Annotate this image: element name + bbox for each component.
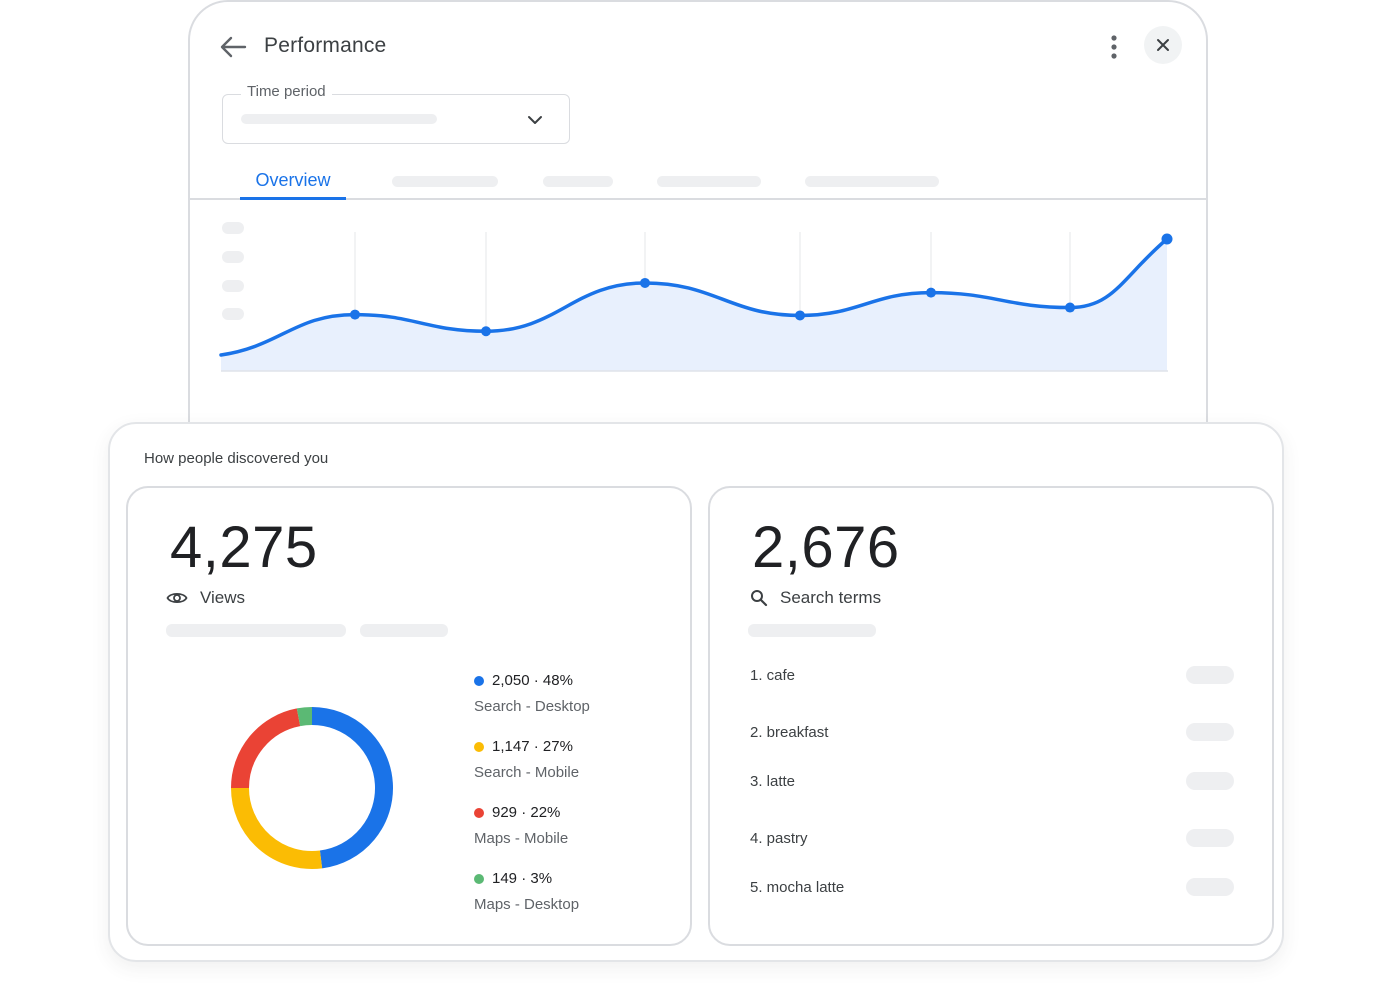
views-card: 4,275 Views 2,050 · 48% Search - Desktop… [126,486,692,946]
legend-percent: 27% [542,738,573,755]
panel-header: Performance [190,2,1206,92]
legend-item: 2,050 · 48% Search - Desktop [474,672,664,738]
search-term-count-placeholder [1186,878,1234,896]
views-label-row: Views [166,588,245,608]
search-term-row[interactable]: 2. breakfast [750,721,1234,747]
views-label: Views [200,588,246,607]
search-term: 3. latte [750,773,796,790]
tab-placeholder[interactable] [392,176,498,187]
legend-item: 149 · 3% Maps - Desktop [474,870,664,936]
search-terms-count: 2,676 [752,515,900,580]
search-term: 1. cafe [750,667,796,684]
search-term-row[interactable]: 5. mocha latte [750,876,1234,902]
legend-percent: 22% [530,804,561,821]
close-icon [1157,39,1169,51]
time-period-select[interactable]: Time period [222,83,570,144]
legend-count: 2,050 [492,672,530,689]
search-term-count-placeholder [1186,772,1234,790]
legend-source: Maps - Mobile [474,830,569,847]
search-term: 5. mocha latte [750,879,845,896]
search-term-count-placeholder [1186,829,1234,847]
back-button[interactable] [218,34,248,60]
donut-segment [231,708,301,789]
search-terms-label: Search terms [780,588,882,607]
time-period-label: Time period [241,83,332,100]
legend-count: 1,147 [492,738,530,755]
legend-percent: 3% [530,870,553,887]
legend-item: 929 · 22% Maps - Mobile [474,804,664,870]
tab-placeholder[interactable] [657,176,761,187]
search-icon [751,590,768,607]
donut-segment [231,787,323,869]
views-donut-chart [231,707,393,869]
discovery-card: How people discovered you 4,275 Views 2,… [108,422,1284,962]
search-term: 4. pastry [750,830,808,847]
time-period-value-placeholder [241,114,437,124]
views-legend: 2,050 · 48% Search - Desktop 1,147 · 27%… [474,672,664,936]
search-term-row[interactable]: 1. cafe [750,664,1234,690]
section-title: How people discovered you [144,450,329,467]
legend-separator: · [517,804,531,821]
eye-icon [166,592,188,604]
legend-separator: · [529,738,543,755]
tab-placeholder[interactable] [543,176,613,187]
legend-dot [474,873,484,884]
legend-item: 1,147 · 27% Search - Mobile [474,738,664,804]
legend-dot [474,741,484,752]
legend-source: Search - Desktop [474,698,590,715]
search-terms-subtitle-placeholder [748,624,876,637]
legend-source: Search - Mobile [474,764,580,781]
tab-bar: Overview [190,162,1206,200]
search-term-count-placeholder [1186,723,1234,741]
legend-dot [474,807,484,818]
views-subtitle-placeholder [360,624,448,637]
legend-percent: 48% [542,672,573,689]
more-vert-icon [1111,35,1117,59]
donut-segment [311,707,393,869]
page-title: Performance [264,34,387,57]
search-term-row[interactable]: 3. latte [750,770,1234,796]
search-term: 2. breakfast [750,724,829,741]
chevron-down-icon [528,116,542,124]
donut-segment [296,707,313,727]
tab-placeholder[interactable] [805,176,939,187]
more-options-button[interactable] [1104,32,1124,62]
legend-separator: · [529,672,543,689]
legend-count: 149 [492,870,518,887]
arrow-back-icon [220,36,247,58]
legend-count: 929 [492,804,518,821]
search-term-row[interactable]: 4. pastry [750,827,1234,853]
close-button[interactable] [1144,26,1182,64]
performance-panel: Performance Time period Overview [188,0,1208,470]
legend-separator: · [517,870,531,887]
search-terms-card: 2,676 Search terms 1. cafe 2. breakfast … [708,486,1274,946]
legend-dot [474,675,484,686]
search-terms-label-row: Search terms [750,588,881,608]
views-subtitle-placeholder [166,624,346,637]
legend-source: Maps - Desktop [474,896,580,913]
search-term-count-placeholder [1186,666,1234,684]
views-count: 4,275 [170,515,318,580]
tab-overview[interactable]: Overview [240,166,346,200]
